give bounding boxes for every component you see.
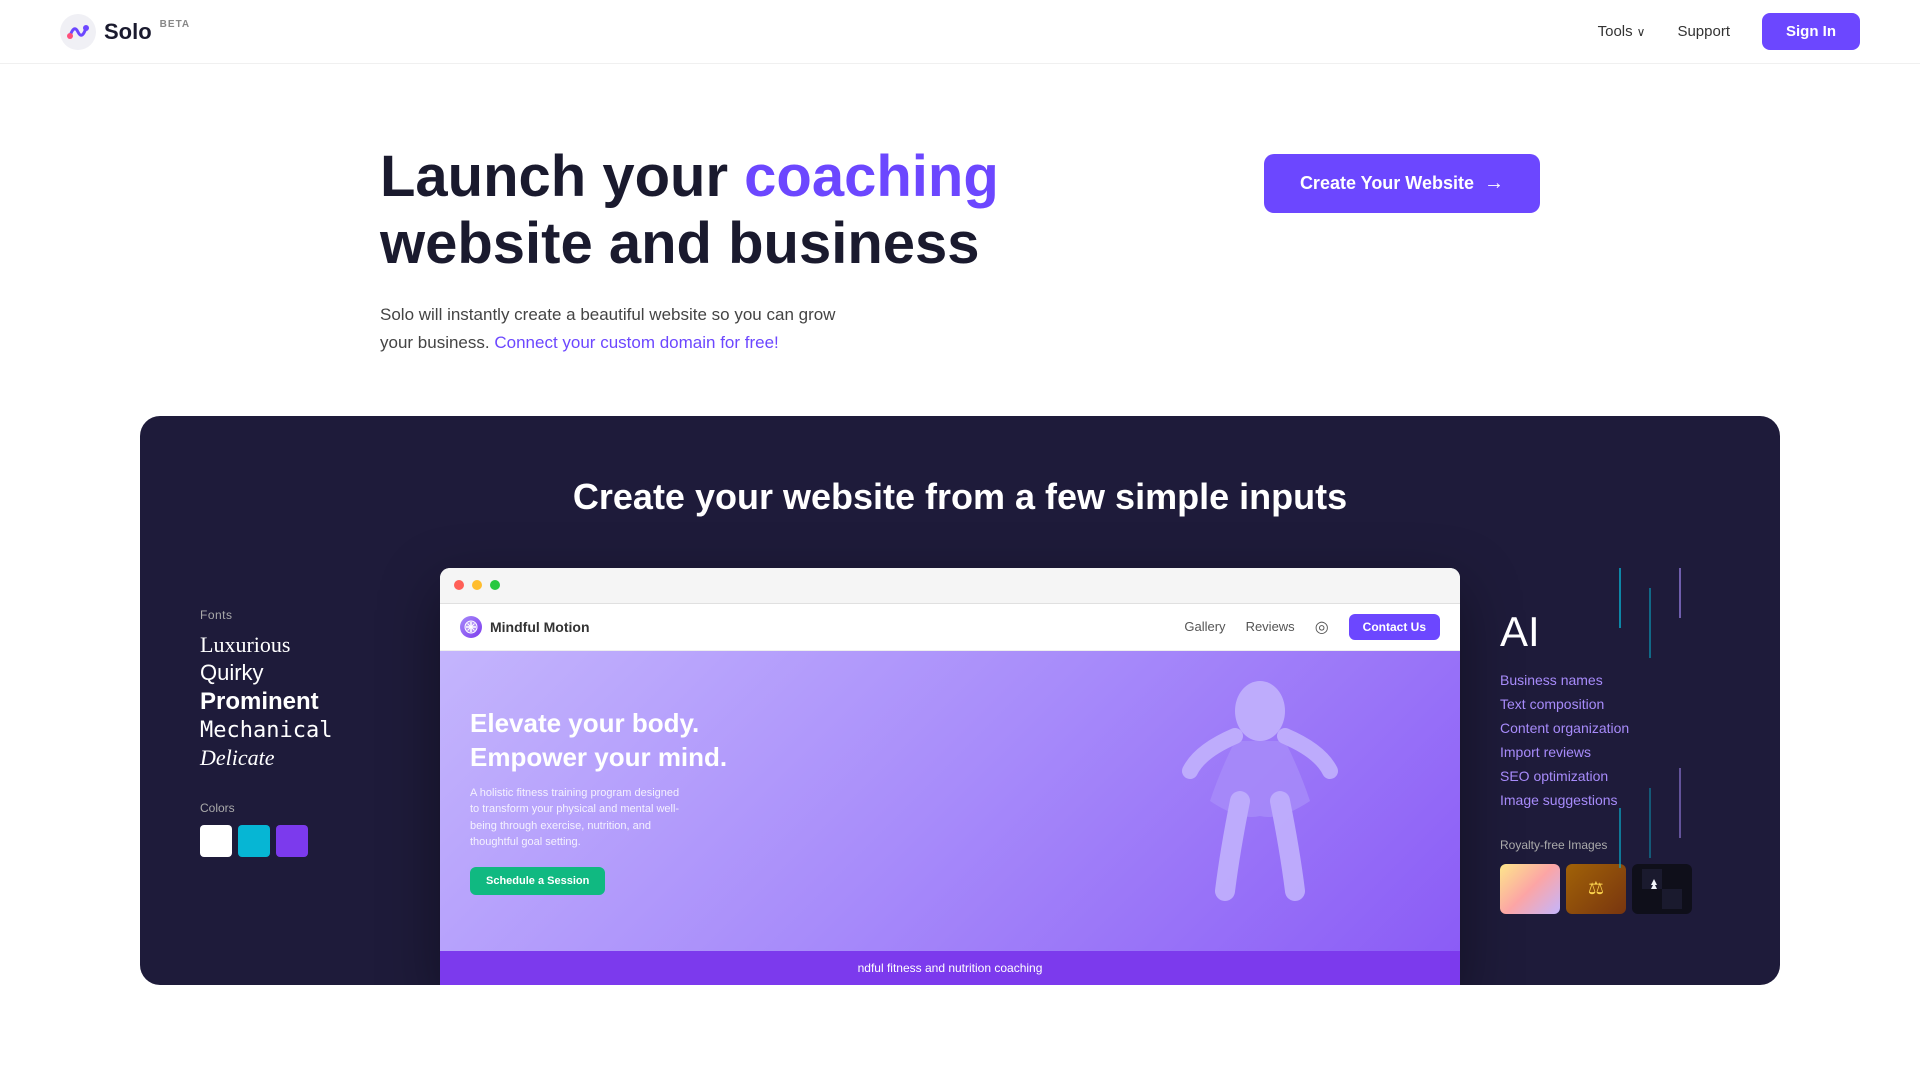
- royalty-images-label: Royalty-free Images: [1500, 838, 1720, 852]
- browser-bar: [440, 568, 1460, 604]
- royalty-image-2: ⚖: [1566, 864, 1626, 914]
- nav-right: Tools ∨ Support Sign In: [1598, 13, 1860, 50]
- website-footer: ndful fitness and nutrition coaching: [440, 951, 1460, 985]
- schedule-session-button[interactable]: Schedule a Session: [470, 867, 605, 895]
- create-website-button[interactable]: Create Your Website →: [1264, 154, 1540, 213]
- chevron-down-icon: ∨: [1637, 25, 1646, 39]
- hero-subtitle: Solo will instantly create a beautiful w…: [380, 301, 860, 355]
- color-swatches: [200, 825, 400, 857]
- instagram-icon: ◎: [1315, 617, 1329, 637]
- website-hero-text: Elevate your body. Empower your mind. A …: [470, 707, 727, 895]
- contact-us-button[interactable]: Contact Us: [1349, 614, 1440, 640]
- left-panel: Fonts Luxurious Quirky Prominent Mechani…: [200, 568, 400, 857]
- swatch-purple: [276, 825, 308, 857]
- ai-business-names[interactable]: Business names: [1500, 672, 1720, 688]
- right-panel: AI Business names Text composition Conte…: [1500, 568, 1720, 914]
- domain-link[interactable]: Connect your custom domain for free!: [494, 333, 778, 352]
- font-mechanical: Mechanical: [200, 718, 400, 743]
- ai-seo-optimization[interactable]: SEO optimization: [1500, 768, 1720, 784]
- logo: Solo BETA: [60, 14, 190, 50]
- solo-logo-icon: [60, 14, 96, 50]
- font-prominent: Prominent: [200, 688, 400, 716]
- swatch-teal: [238, 825, 270, 857]
- ai-content-organization[interactable]: Content organization: [1500, 720, 1720, 736]
- fonts-label: Fonts: [200, 608, 400, 622]
- colors-label: Colors: [200, 801, 400, 815]
- reviews-nav-item[interactable]: Reviews: [1246, 619, 1295, 634]
- website-nav-menu: Gallery Reviews ◎ Contact Us: [1184, 614, 1440, 640]
- browser-mockup-panel: Mindful Motion Gallery Reviews ◎ Contact…: [440, 568, 1460, 985]
- navbar: Solo BETA Tools ∨ Support Sign In: [0, 0, 1920, 64]
- hero-right: Create Your Website →: [1264, 144, 1540, 213]
- website-hero: Elevate your body. Empower your mind. A …: [440, 651, 1460, 951]
- browser-dot-maximize: [490, 580, 500, 590]
- features-title: Create your website from a few simple in…: [200, 476, 1720, 518]
- website-brand: Mindful Motion: [460, 616, 590, 638]
- gallery-nav-item[interactable]: Gallery: [1184, 619, 1225, 634]
- font-list: Luxurious Quirky Prominent Mechanical De…: [200, 632, 400, 771]
- hero-section: Launch your coaching website and busines…: [0, 64, 1920, 416]
- royalty-image-1: [1500, 864, 1560, 914]
- logo-beta: BETA: [160, 19, 190, 30]
- font-delicate: Delicate: [200, 745, 400, 771]
- arrow-icon: →: [1484, 172, 1504, 195]
- font-quirky: Quirky: [200, 660, 400, 686]
- website-hero-paragraph: A holistic fitness training program desi…: [470, 785, 690, 851]
- website-hero-heading: Elevate your body. Empower your mind.: [470, 707, 727, 775]
- royalty-image-3: [1632, 864, 1692, 914]
- ai-label: AI: [1500, 608, 1720, 656]
- swatch-white: [200, 825, 232, 857]
- hero-title: Launch your coaching website and busines…: [380, 144, 1144, 277]
- browser-dot-minimize: [472, 580, 482, 590]
- features-section: Create your website from a few simple in…: [140, 416, 1780, 985]
- tools-menu[interactable]: Tools ∨: [1598, 23, 1646, 40]
- browser-mockup: Mindful Motion Gallery Reviews ◎ Contact…: [440, 568, 1460, 985]
- browser-dot-close: [454, 580, 464, 590]
- hero-image-area: [1120, 661, 1400, 951]
- logo-text: Solo: [104, 19, 152, 45]
- section-content: Fonts Luxurious Quirky Prominent Mechani…: [200, 568, 1720, 985]
- website-navbar: Mindful Motion Gallery Reviews ◎ Contact…: [440, 604, 1460, 651]
- support-link[interactable]: Support: [1677, 23, 1730, 40]
- ai-import-reviews[interactable]: Import reviews: [1500, 744, 1720, 760]
- ai-text-composition[interactable]: Text composition: [1500, 696, 1720, 712]
- chess-icon: [1642, 869, 1682, 909]
- brand-icon: [460, 616, 482, 638]
- yoga-figure-icon: [1160, 671, 1360, 951]
- ai-image-suggestions[interactable]: Image suggestions: [1500, 792, 1720, 808]
- royalty-images: ⚖: [1500, 864, 1720, 914]
- font-luxurious: Luxurious: [200, 632, 400, 658]
- signin-button[interactable]: Sign In: [1762, 13, 1860, 50]
- snowflake-icon: [464, 620, 478, 634]
- hero-left: Launch your coaching website and busines…: [380, 144, 1144, 356]
